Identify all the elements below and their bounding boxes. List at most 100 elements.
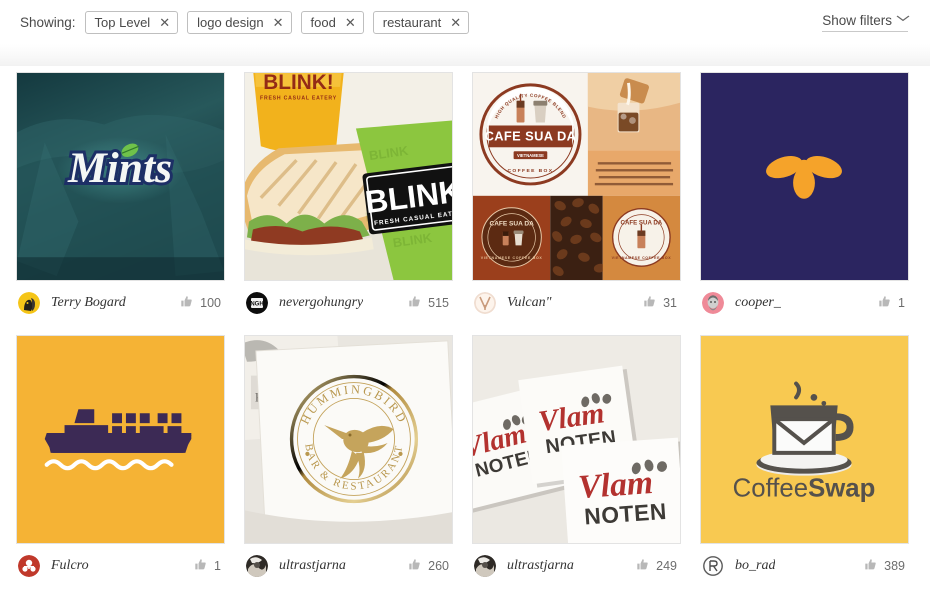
filter-chip-restaurant[interactable]: restaurant ✕ [372, 10, 470, 34]
design-thumbnail-mints[interactable]: Mints [16, 72, 225, 281]
like-count-group[interactable]: 100 [180, 295, 221, 311]
coffeeswap-bold-word: Swap [808, 474, 875, 502]
card-meta: bo_rad 389 [700, 544, 909, 588]
design-card: Vlam NOTEN Vlam NOTEN Vlam NOTEN ultrast… [472, 335, 681, 588]
coffeeswap-artwork: CoffeeSwap [701, 336, 908, 543]
coffeeswap-light-word: Coffee [733, 474, 808, 502]
username-link[interactable]: Fulcro [51, 558, 89, 574]
username-link[interactable]: Terry Bogard [51, 295, 126, 311]
avatar[interactable] [246, 555, 268, 577]
close-icon[interactable]: ✕ [273, 16, 284, 29]
username-link[interactable]: bo_rad [735, 558, 775, 574]
design-card: CoffeeSwap bo_rad 389 [700, 335, 909, 588]
avatar[interactable]: NGH [246, 292, 268, 314]
design-thumbnail-hummingbird[interactable]: R E HUMMINGBIRD BAR & RESTAURA [244, 335, 453, 544]
like-count: 100 [200, 296, 221, 310]
avatar-cooper [702, 292, 724, 314]
avatar[interactable] [18, 292, 40, 314]
card-meta: Terry Bogard 100 [16, 281, 225, 325]
cafe-sua-da-artwork: CAFE SUA DA VIETNAMESE COFFEE BOX HIGH Q… [473, 73, 680, 280]
username-link[interactable]: Vulcan" [507, 295, 552, 311]
blink-artwork: BLINK! FRESH CASUAL EATERY BLINK BLINK B… [245, 73, 452, 280]
avatar[interactable] [702, 292, 724, 314]
avatar[interactable] [474, 555, 496, 577]
avatar-ultrastjarna [246, 555, 268, 577]
like-count-group[interactable]: 389 [864, 558, 905, 574]
chevron-down-icon [896, 14, 910, 25]
show-filters-toggle[interactable]: Show filters [822, 12, 910, 32]
avatar-bo-rad [702, 555, 724, 577]
hummingbird-artwork: R E HUMMINGBIRD BAR & RESTAURA [245, 336, 452, 543]
svg-text:CoffeeSwap: CoffeeSwap [733, 474, 876, 502]
design-thumbnail-bee-mark[interactable] [700, 72, 909, 281]
thumbs-up-icon [408, 558, 421, 574]
close-icon[interactable]: ✕ [159, 16, 170, 29]
avatar[interactable] [474, 292, 496, 314]
thumbs-up-icon [643, 295, 656, 311]
design-card: cooper_ 1 [700, 72, 909, 325]
design-card: CAFE SUA DA VIETNAMESE COFFEE BOX HIGH Q… [472, 72, 681, 325]
card-meta: NGH nevergohungry 515 [244, 281, 453, 325]
cargo-ship-artwork [17, 336, 224, 543]
design-card: R E HUMMINGBIRD BAR & RESTAURA [244, 335, 453, 588]
like-count: 249 [656, 559, 677, 573]
like-count-group[interactable]: 31 [643, 295, 677, 311]
mints-wordmark: Mints [67, 144, 172, 192]
show-filters-label: Show filters [822, 12, 892, 28]
like-count-group[interactable]: 249 [636, 558, 677, 574]
filter-chip-logo-design[interactable]: logo design ✕ [187, 10, 292, 34]
username-link[interactable]: ultrastjarna [507, 558, 574, 574]
close-icon[interactable]: ✕ [450, 16, 461, 29]
like-count-group[interactable]: 1 [194, 558, 221, 574]
close-icon[interactable]: ✕ [345, 16, 356, 29]
card-meta: ultrastjarna 249 [472, 544, 681, 588]
avatar[interactable] [702, 555, 724, 577]
cafe-logo-title: CAFE SUA DA [485, 128, 577, 143]
card-meta: Vulcan" 31 [472, 281, 681, 325]
like-count: 1 [214, 559, 221, 573]
like-count-group[interactable]: 515 [408, 295, 449, 311]
filter-chip-label: logo design [197, 14, 264, 30]
username-link[interactable]: cooper_ [735, 295, 781, 311]
design-grid: Mints Terry Bogard 100 BLINK! FRESH CASU… [0, 66, 930, 588]
design-thumbnail-cafe-sua-da[interactable]: CAFE SUA DA VIETNAMESE COFFEE BOX HIGH Q… [472, 72, 681, 281]
filter-chip-label: food [310, 14, 336, 30]
avatar-terry-bogard [18, 292, 40, 314]
username-link[interactable]: nevergohungry [279, 295, 363, 311]
design-thumbnail-vlam-noten[interactable]: Vlam NOTEN Vlam NOTEN Vlam NOTEN [472, 335, 681, 544]
like-count: 1 [898, 296, 905, 310]
filter-chip-label: Top Level [94, 14, 151, 30]
like-count: 515 [428, 296, 449, 310]
like-count: 260 [428, 559, 449, 573]
vlam-noten-artwork: Vlam NOTEN Vlam NOTEN Vlam NOTEN [473, 336, 680, 543]
thumbs-up-icon [180, 295, 193, 311]
avatar[interactable] [18, 555, 40, 577]
design-thumbnail-coffeeswap[interactable]: CoffeeSwap [700, 335, 909, 544]
like-count: 31 [663, 296, 677, 310]
like-count: 389 [884, 559, 905, 573]
svg-text:NGH: NGH [250, 302, 263, 308]
design-thumbnail-blink-bakery[interactable]: BLINK! FRESH CASUAL EATERY BLINK BLINK B… [244, 72, 453, 281]
filter-chip-label: restaurant [382, 14, 442, 30]
avatar-fulcro [18, 555, 40, 577]
username-link[interactable]: ultrastjarna [279, 558, 346, 574]
filter-chip-top-level[interactable]: Top Level ✕ [84, 10, 179, 34]
svg-text:VIETNAMESE COFFEE BOX: VIETNAMESE COFFEE BOX [481, 256, 543, 260]
design-thumbnail-cargo-ship[interactable] [16, 335, 225, 544]
avatar-ultrastjarna [474, 555, 496, 577]
svg-text:CAFE SUA DA: CAFE SUA DA [489, 221, 534, 228]
design-card: Fulcro 1 [16, 335, 225, 588]
thumbs-up-icon [408, 295, 421, 311]
showing-label: Showing: [20, 14, 76, 30]
like-count-group[interactable]: 260 [408, 558, 449, 574]
design-card: Mints Terry Bogard 100 [16, 72, 225, 325]
card-meta: Fulcro 1 [16, 544, 225, 588]
svg-text:VIETNAMESE COFFEE BOX: VIETNAMESE COFFEE BOX [612, 256, 672, 260]
like-count-group[interactable]: 1 [878, 295, 905, 311]
card-meta: ultrastjarna 260 [244, 544, 453, 588]
bee-artwork [701, 73, 908, 280]
design-card: BLINK! FRESH CASUAL EATERY BLINK BLINK B… [244, 72, 453, 325]
filter-chip-food[interactable]: food ✕ [300, 10, 364, 34]
cafe-logo-sub: VIETNAMESE [517, 153, 544, 158]
thumbs-up-icon [636, 558, 649, 574]
